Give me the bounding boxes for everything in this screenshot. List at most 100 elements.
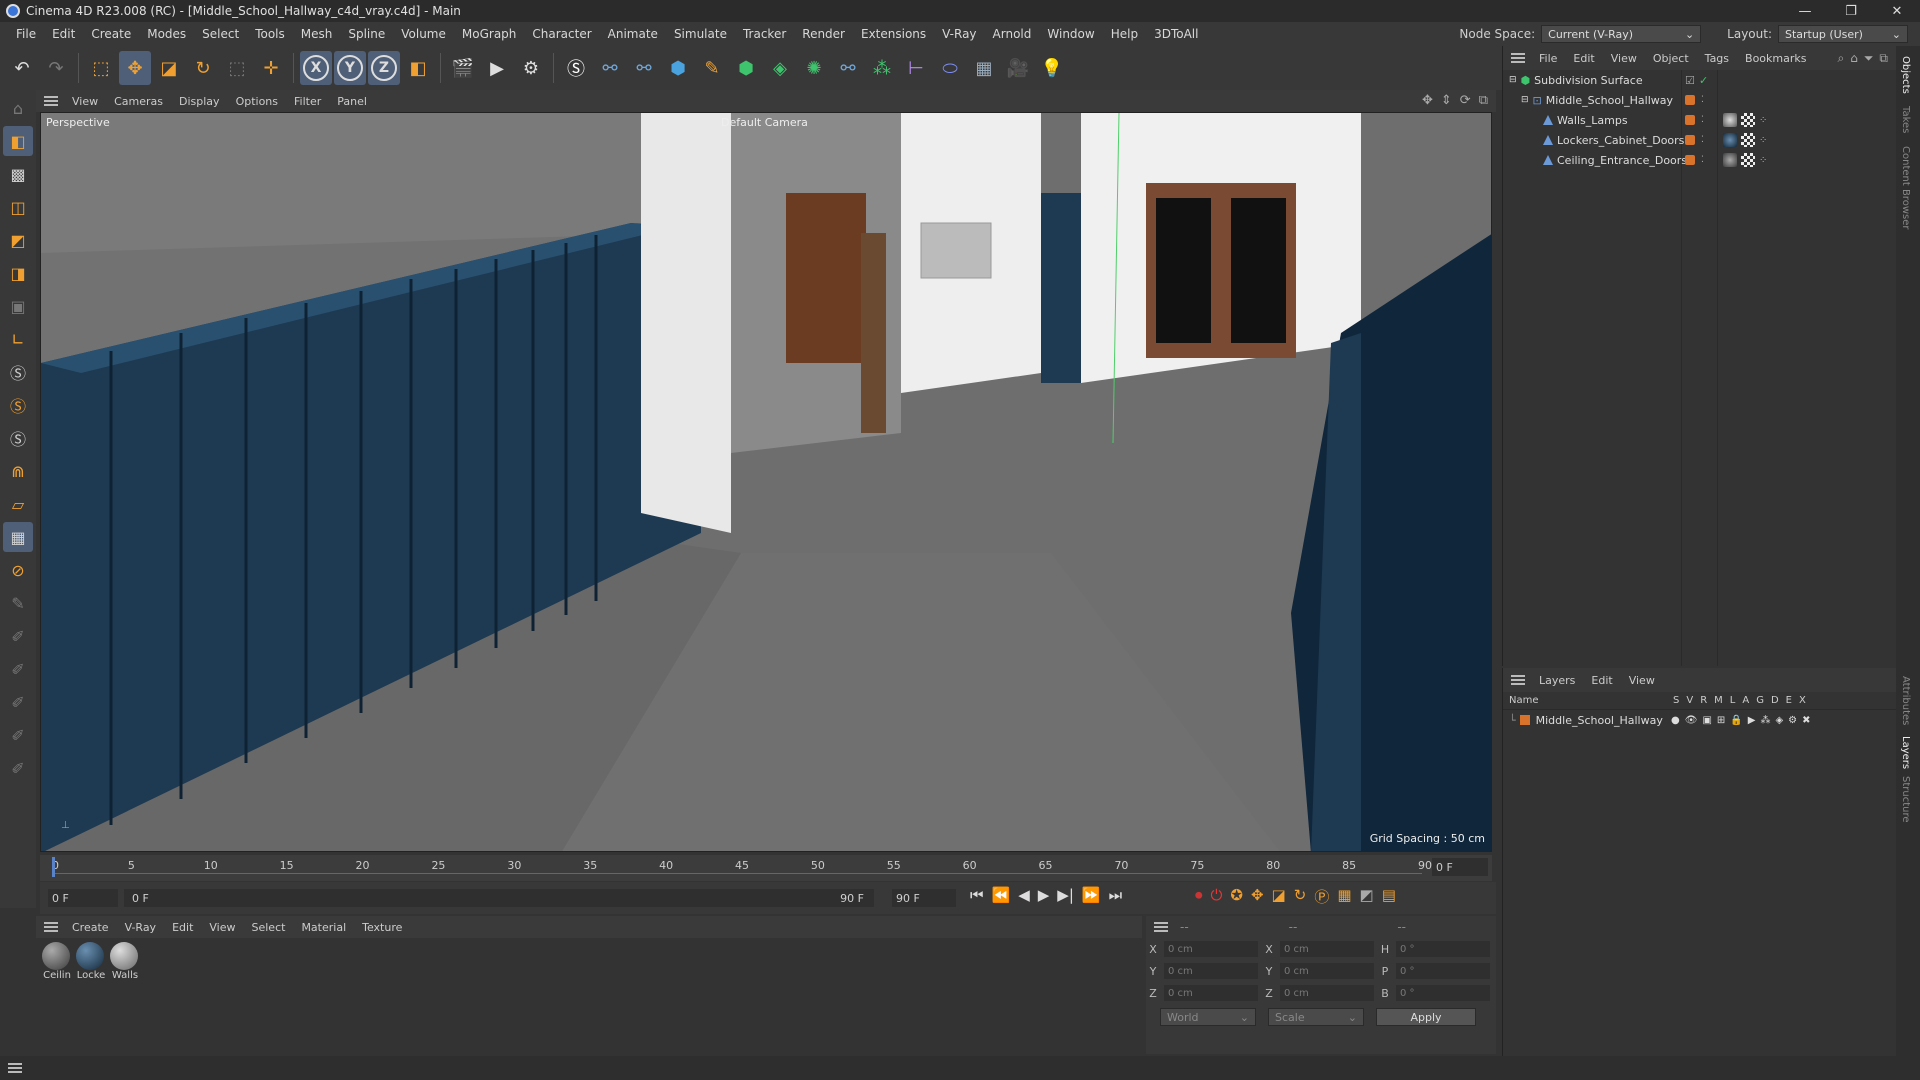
paint-tool-button[interactable]: ✎ — [3, 588, 33, 618]
lock-icon[interactable]: 🔒 — [1730, 715, 1742, 726]
knife-tool-button[interactable]: ✐ — [3, 720, 33, 750]
phong-tag-icon[interactable]: ⁘ — [1759, 135, 1767, 146]
play-button[interactable]: ▶ — [1038, 886, 1050, 904]
object-row-ceiling-entrance-doors[interactable]: Ceiling_Entrance_Doors ⁚ ⁘ — [1503, 150, 1896, 170]
material-menu-view[interactable]: View — [201, 921, 243, 934]
key-pla-button[interactable]: ▦ — [1337, 886, 1351, 907]
new-window-icon[interactable]: ⧉ — [1879, 51, 1888, 66]
timeline-frame-field[interactable]: 0 F — [1432, 858, 1488, 876]
cloner-group-button[interactable]: ⁂ — [866, 51, 898, 85]
expand-toggle-icon[interactable]: ⊟ — [1521, 95, 1529, 105]
start-frame-field[interactable]: 0 F — [48, 889, 118, 907]
material-swatch-lockers[interactable]: Locke — [76, 942, 106, 981]
visibility-dots-icon[interactable]: ⁚ — [1701, 115, 1704, 125]
viewport-menu-filter[interactable]: Filter — [286, 95, 329, 108]
light-button[interactable]: 💡 — [1036, 51, 1068, 85]
material-swatch-ceiling[interactable]: Ceilin — [42, 942, 72, 981]
grid-button[interactable]: ▦ — [3, 522, 33, 552]
layer-color-swatch[interactable] — [1685, 155, 1695, 165]
menu-help[interactable]: Help — [1103, 27, 1146, 41]
move-view-icon[interactable]: ⇕ — [1441, 93, 1452, 108]
scale-tool-button[interactable]: ◪ — [153, 51, 185, 85]
menu-window[interactable]: Window — [1039, 27, 1102, 41]
material-swatch-walls[interactable]: Walls — [110, 942, 140, 981]
search-icon[interactable]: ⌕ — [1837, 51, 1844, 66]
coord-pos-y-field[interactable]: 0 cm — [1164, 963, 1258, 979]
menu-mesh[interactable]: Mesh — [293, 27, 341, 41]
object-row-lockers-cabinet-doors[interactable]: Lockers_Cabinet_Doors ⁚ ⁘ — [1503, 130, 1896, 150]
timeline-window-button[interactable]: ▤ — [1382, 886, 1396, 907]
layer-color-swatch[interactable] — [1519, 715, 1530, 725]
node-space-dropdown[interactable]: Current (V-Ray) ⌄ — [1541, 25, 1702, 43]
python-script-button-2[interactable]: ⚯ — [628, 51, 660, 85]
frame-range-slider[interactable]: 0 F 90 F — [124, 889, 874, 907]
menu-select[interactable]: Select — [194, 27, 247, 41]
visibility-dots-icon[interactable]: ⁚ — [1701, 95, 1704, 105]
coord-mode-dropdown[interactable]: Scale ⌄ — [1268, 1008, 1364, 1026]
python-generator-button[interactable]: ⚯ — [832, 51, 864, 85]
point-mode-button[interactable]: ◫ — [3, 192, 33, 222]
keyframe-selection-button[interactable]: ✪ — [1230, 886, 1243, 907]
layer-row-middle-school-hallway[interactable]: └ Middle_School_Hallway ● 👁 ▣ ⊞ 🔒 ▶ ⁂ ◈ … — [1503, 710, 1896, 730]
menu-mograph[interactable]: MoGraph — [454, 27, 525, 41]
spline-mask-button[interactable]: ⬭ — [934, 51, 966, 85]
objects-menu-tags[interactable]: Tags — [1697, 52, 1737, 65]
objects-menu-view[interactable]: View — [1603, 52, 1645, 65]
hamburger-menu-icon[interactable] — [44, 96, 58, 106]
key-scale-button[interactable]: ◪ — [1272, 886, 1286, 907]
uvw-tag-icon[interactable] — [1741, 153, 1755, 167]
mograph-cloner-button[interactable]: ✺ — [798, 51, 830, 85]
sculpt-tool-button[interactable]: ✐ — [3, 621, 33, 651]
record-keys-button[interactable]: ⏺ — [1195, 886, 1203, 907]
apply-button[interactable]: Apply — [1376, 1008, 1476, 1026]
generator-icon[interactable]: ⁂ — [1760, 715, 1770, 726]
go-to-start-button[interactable]: ⏮ — [970, 886, 984, 904]
bridge-tool-button[interactable]: ✐ — [3, 753, 33, 783]
render-picture-viewer-button[interactable]: ▶ — [481, 51, 513, 85]
redo-button[interactable]: ↷ — [40, 51, 72, 85]
coord-rot-p-field[interactable]: 0 ° — [1396, 963, 1490, 979]
perspective-viewport[interactable]: Perspective Default Camera Grid Spacing … — [40, 112, 1492, 852]
coord-size-x-field[interactable]: 0 cm — [1280, 941, 1374, 957]
recent-tool-button[interactable]: ⬚ — [221, 51, 253, 85]
menu-spline[interactable]: Spline — [340, 27, 393, 41]
edge-mode-button[interactable]: ◩ — [3, 225, 33, 255]
side-tab-attributes[interactable]: Attributes — [1900, 676, 1911, 725]
texture-mode-button[interactable]: ▩ — [3, 159, 33, 189]
objects-menu-object[interactable]: Object — [1645, 52, 1697, 65]
close-button[interactable]: ✕ — [1874, 0, 1920, 22]
coord-rot-h-field[interactable]: 0 ° — [1396, 941, 1490, 957]
coord-pos-x-field[interactable]: 0 cm — [1164, 941, 1258, 957]
y-axis-button[interactable]: Y — [334, 51, 366, 85]
layers-menu-edit[interactable]: Edit — [1583, 674, 1620, 687]
menu-character[interactable]: Character — [524, 27, 599, 41]
field-button[interactable]: ⊢ — [900, 51, 932, 85]
viewport-menu-display[interactable]: Display — [171, 95, 228, 108]
side-tab-takes[interactable]: Takes — [1900, 106, 1911, 133]
menu-edit[interactable]: Edit — [44, 27, 83, 41]
key-position-button[interactable]: ✥ — [1251, 886, 1264, 907]
hamburger-menu-icon[interactable] — [44, 922, 58, 932]
bevel-tool-button[interactable]: ✐ — [3, 687, 33, 717]
object-row-walls-lamps[interactable]: Walls_Lamps ⁚ ⁘ — [1503, 110, 1896, 130]
uv-mode-button[interactable]: ▣ — [3, 291, 33, 321]
menu-volume[interactable]: Volume — [393, 27, 454, 41]
side-tab-objects[interactable]: Objects — [1900, 56, 1911, 94]
maximize-view-icon[interactable]: ⧉ — [1479, 93, 1488, 108]
uvw-tag-icon[interactable] — [1741, 113, 1755, 127]
timeline-ruler[interactable]: 0 5 10 15 20 25 30 35 40 45 50 55 60 65 70 75 80 85 90 0 F — [40, 855, 1492, 881]
menu-modes[interactable]: Modes — [139, 27, 194, 41]
end-frame-field[interactable]: 90 F — [892, 889, 956, 907]
solo-dot-icon[interactable]: ● — [1671, 715, 1680, 726]
animation-play-icon[interactable]: ▶ — [1748, 715, 1756, 726]
hamburger-menu-icon[interactable] — [1511, 53, 1525, 63]
expression-icon[interactable]: ⚙ — [1788, 715, 1797, 726]
coord-size-z-field[interactable]: 0 cm — [1280, 985, 1374, 1001]
eye-icon[interactable]: 👁 — [1685, 715, 1698, 726]
xref-icon[interactable]: ✖ — [1802, 715, 1810, 726]
coord-pos-z-field[interactable]: 0 cm — [1164, 985, 1258, 1001]
objects-menu-edit[interactable]: Edit — [1565, 52, 1602, 65]
expand-toggle-icon[interactable]: ⊟ — [1509, 75, 1517, 85]
locked-workplane-button[interactable]: ⊘ — [3, 555, 33, 585]
layers-menu-view[interactable]: View — [1621, 674, 1663, 687]
